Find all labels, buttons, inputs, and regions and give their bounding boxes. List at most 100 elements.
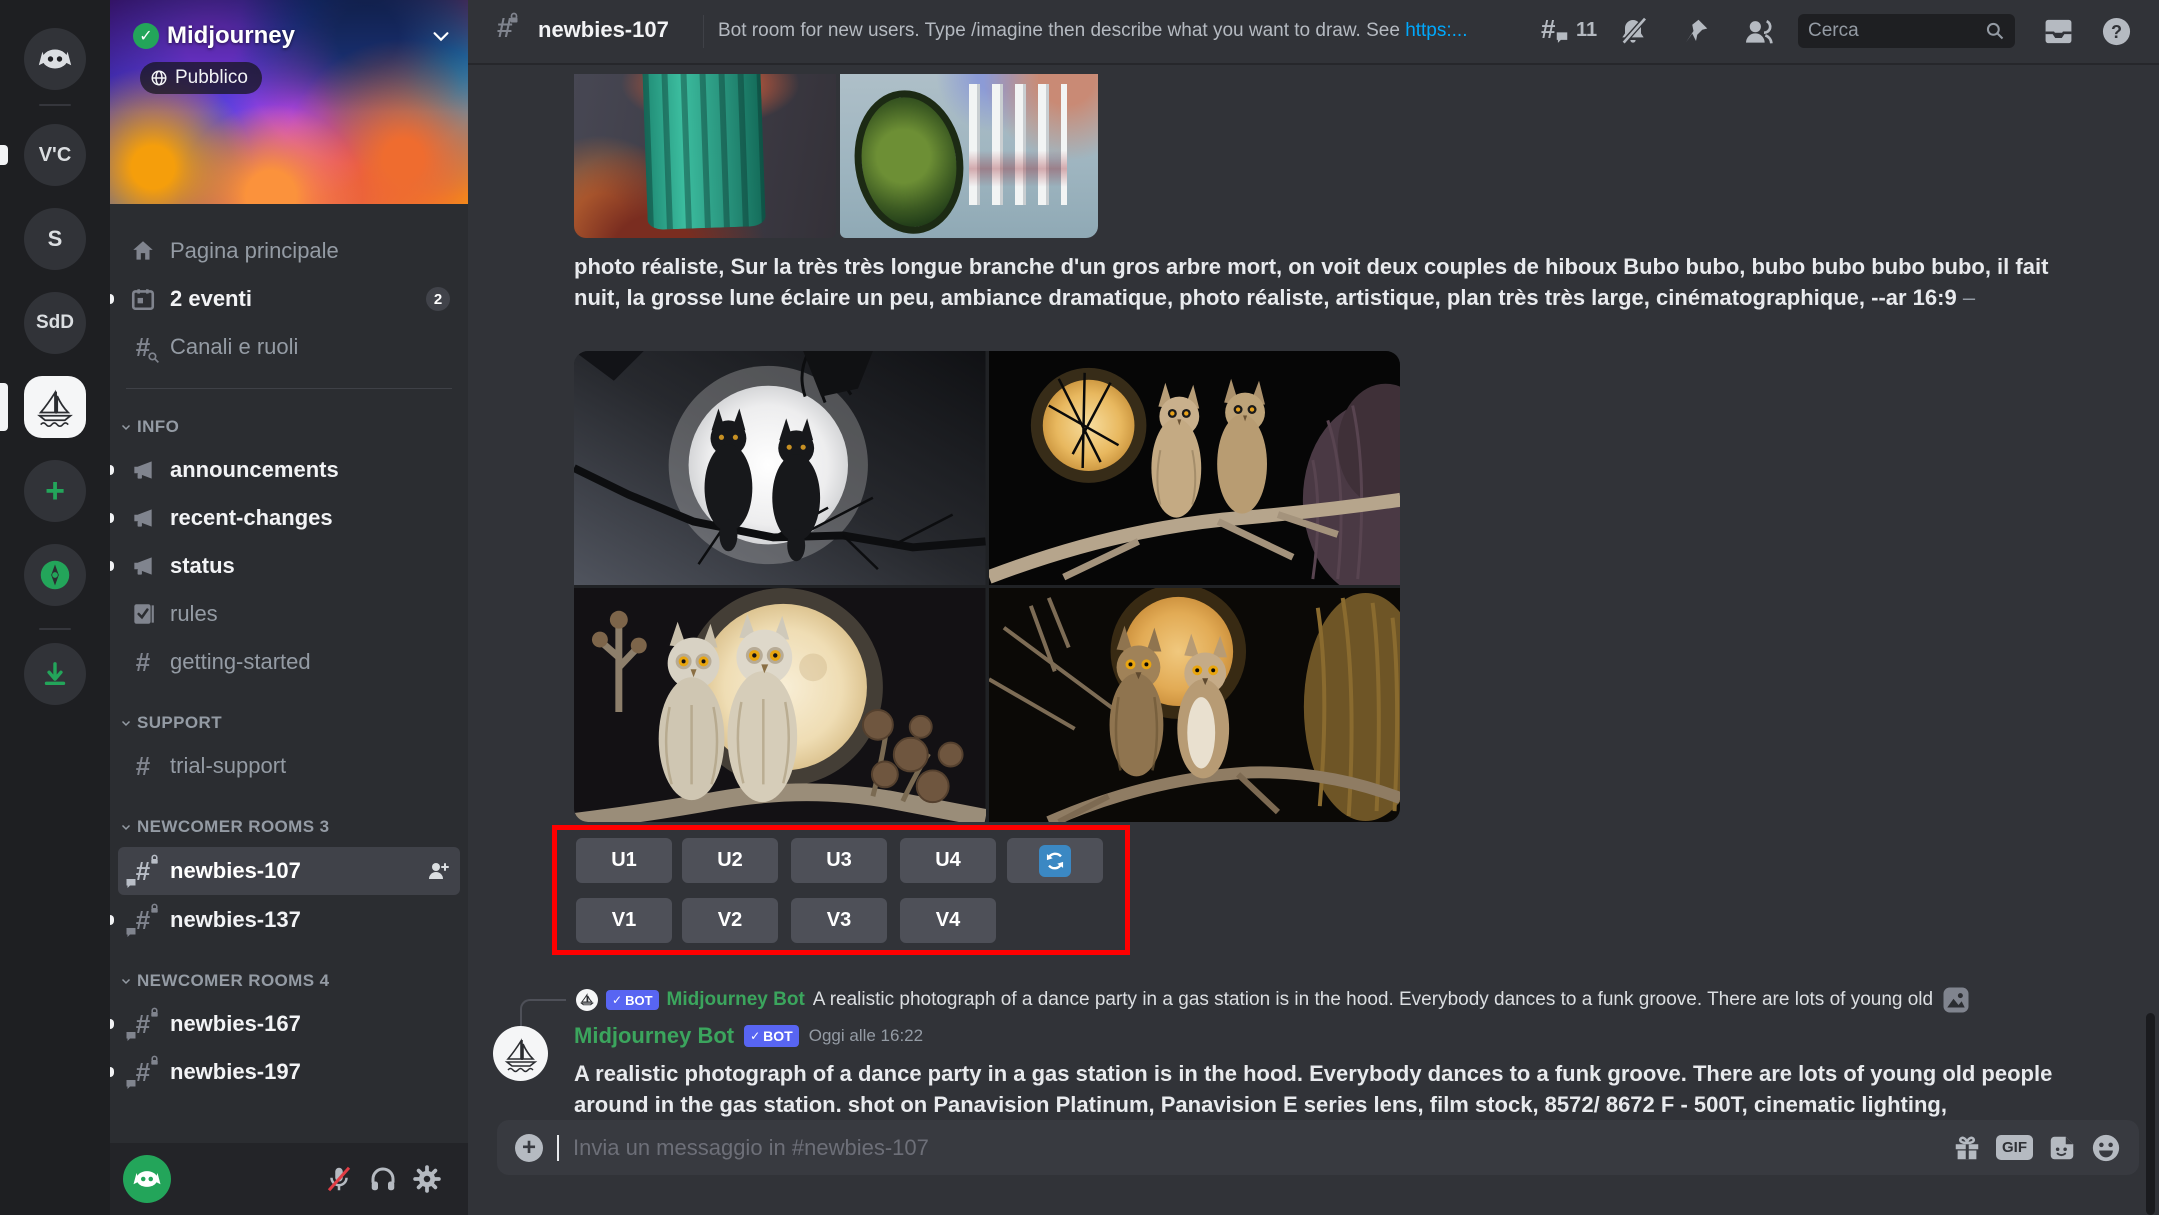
upscale-u3-button[interactable]: U3 — [791, 838, 887, 883]
pinned-messages-icon[interactable] — [1681, 16, 1711, 51]
user-avatar[interactable] — [123, 1155, 171, 1203]
topic-link[interactable]: https:... — [1405, 20, 1467, 41]
bot-badge: ✓ BOT — [606, 990, 659, 1010]
chat-area: photo réaliste, Sur la très très longue … — [468, 63, 2159, 1215]
variation-v3-button[interactable]: V3 — [791, 898, 887, 943]
message-author[interactable]: Midjourney Bot — [574, 1023, 734, 1049]
sticker-icon[interactable] — [2047, 1133, 2077, 1163]
server-avatar-vc[interactable]: V'C — [24, 124, 86, 186]
variation-v2-button[interactable]: V2 — [682, 898, 778, 943]
upload-plus-button[interactable]: + — [515, 1134, 543, 1162]
reply-author[interactable]: Midjourney Bot — [667, 989, 805, 1011]
owl-image-q2 — [989, 351, 1401, 585]
emoji-icon[interactable] — [2091, 1133, 2121, 1163]
message-composer[interactable]: + GIF — [497, 1120, 2139, 1175]
sidebar-item-events[interactable]: 2 eventi 2 — [118, 276, 460, 322]
bot-check-icon: ✓ — [612, 993, 622, 1007]
sidebar-channel-getting-started[interactable]: # getting-started — [118, 639, 460, 685]
section-header-info[interactable]: INFO — [120, 417, 460, 437]
unread-pill — [110, 294, 114, 304]
section-header-support[interactable]: SUPPORT — [120, 713, 460, 733]
channel-name: recent-changes — [170, 505, 333, 531]
bot-avatar[interactable] — [493, 1026, 548, 1081]
sidebar-item-home[interactable]: Pagina principale — [118, 228, 460, 274]
owl-image-q3 — [574, 588, 986, 822]
sidebar-channel-newbies-197[interactable]: # newbies-197 — [118, 1049, 460, 1095]
hash-lock-chat-icon: # — [128, 858, 158, 884]
owl-image-q1 — [574, 351, 986, 585]
download-apps-button[interactable] — [24, 643, 86, 705]
headphones-button[interactable] — [368, 1164, 398, 1194]
sidebar-channel-newbies-137[interactable]: # newbies-137 — [118, 897, 460, 943]
explore-servers-button[interactable] — [24, 544, 86, 606]
threads-icon[interactable]: # — [1541, 16, 1555, 43]
search-box[interactable]: Cerca — [1798, 14, 2015, 48]
variation-v4-button[interactable]: V4 — [900, 898, 996, 943]
gif-picker-icon[interactable]: GIF — [1996, 1135, 2033, 1160]
reply-preview-text: A realistic photograph of a dance party … — [813, 989, 1933, 1011]
sidebar-channel-newbies-167[interactable]: # newbies-167 — [118, 1001, 460, 1047]
message-input[interactable] — [573, 1135, 1938, 1161]
unread-pill — [110, 1067, 114, 1077]
server-avatar-midjourney[interactable] — [24, 376, 86, 438]
sidebar-item-label: Pagina principale — [170, 238, 339, 264]
hash-lock-chat-icon: # — [128, 1011, 158, 1037]
sidebar-channel-status[interactable]: status — [118, 543, 460, 589]
channel-topic[interactable]: Bot room for new users. Type /imagine th… — [718, 20, 1468, 42]
sidebar-channel-trial-support[interactable]: # trial-support — [118, 743, 460, 789]
text-caret — [557, 1135, 559, 1161]
chat-scrollbar-thumb[interactable] — [2146, 1013, 2155, 1215]
unread-pill — [110, 915, 114, 925]
server-avatar-sdd[interactable]: SdD — [24, 292, 86, 354]
sidebar-channel-newbies-107[interactable]: # newbies-107 — [118, 847, 460, 895]
verified-badge-icon: ✓ — [133, 23, 159, 49]
unread-pill — [0, 145, 8, 165]
prompt-suffix: – — [1963, 285, 1975, 310]
svg-text:?: ? — [2111, 22, 2122, 42]
settings-gear-button[interactable] — [412, 1164, 442, 1194]
channel-name: announcements — [170, 457, 339, 483]
scrolled-image-right[interactable] — [840, 74, 1098, 238]
hash-lock-chat-icon: # — [128, 1059, 158, 1085]
channel-name: newbies-107 — [170, 858, 301, 884]
channel-hash-lock-icon: # — [497, 14, 513, 42]
reroll-button[interactable] — [1007, 838, 1103, 883]
sailboat-icon — [501, 1034, 541, 1074]
channel-topbar: # newbies-107 Bot room for new users. Ty… — [468, 0, 2159, 63]
section-header-newcomer-rooms-4[interactable]: NEWCOMER ROOMS 4 — [120, 971, 460, 991]
inbox-icon[interactable] — [2043, 16, 2074, 52]
create-invite-icon[interactable] — [426, 859, 450, 883]
channel-name: rules — [170, 601, 218, 627]
rules-book-icon — [128, 601, 158, 627]
discord-home-button[interactable] — [24, 28, 86, 90]
server-avatar-s[interactable]: S — [24, 208, 86, 270]
mic-muted-button[interactable] — [324, 1164, 354, 1194]
server-header[interactable]: ✓ Midjourney — [133, 22, 452, 50]
channel-sidebar: ✓ Midjourney Pubblico Pagina principale — [110, 0, 468, 1215]
member-list-icon[interactable] — [1742, 16, 1774, 53]
main-column: # newbies-107 Bot room for new users. Ty… — [468, 0, 2159, 1215]
upscale-u1-button[interactable]: U1 — [576, 838, 672, 883]
message-text: A realistic photograph of a dance party … — [574, 1058, 2064, 1120]
sidebar-channel-announcements[interactable]: announcements — [118, 447, 460, 493]
help-icon[interactable]: ? — [2101, 16, 2132, 52]
variation-v1-button[interactable]: V1 — [576, 898, 672, 943]
sidebar-item-label: Canali e ruoli — [170, 334, 298, 360]
rail-divider — [39, 104, 71, 106]
reply-reference[interactable]: ✓ BOT Midjourney Bot A realistic photogr… — [576, 985, 1971, 1015]
sidebar-channel-rules[interactable]: rules — [118, 591, 460, 637]
megaphone-icon — [128, 457, 158, 483]
sidebar-channel-recent-changes[interactable]: recent-changes — [118, 495, 460, 541]
upscale-u4-button[interactable]: U4 — [900, 838, 996, 883]
sidebar-item-channels-roles[interactable]: # Canali e ruoli — [118, 324, 460, 370]
add-server-button[interactable]: + — [24, 460, 86, 522]
compass-icon — [36, 556, 74, 594]
scrolled-image-left[interactable] — [574, 74, 836, 238]
channel-topic-text: Bot room for new users. Type /imagine th… — [718, 20, 1405, 41]
notifications-muted-icon[interactable] — [1617, 16, 1649, 53]
generated-image-grid[interactable] — [574, 351, 1400, 822]
chevron-down-icon — [120, 421, 132, 433]
gift-icon[interactable] — [1952, 1133, 1982, 1163]
upscale-u2-button[interactable]: U2 — [682, 838, 778, 883]
section-header-newcomer-rooms-3[interactable]: NEWCOMER ROOMS 3 — [120, 817, 460, 837]
